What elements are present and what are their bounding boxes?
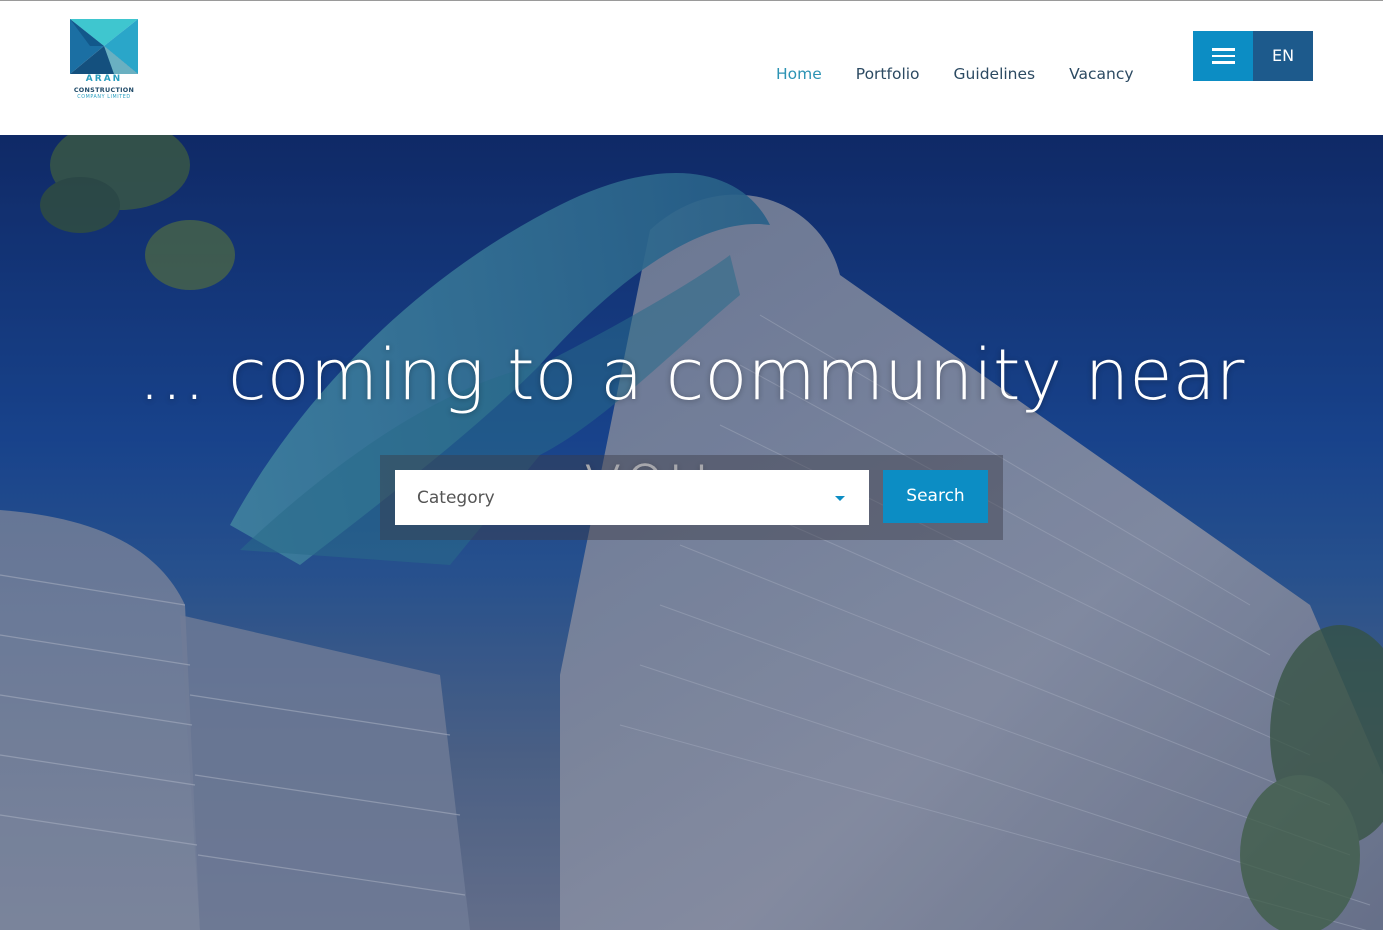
category-select[interactable]: Category — [395, 470, 869, 525]
hamburger-bar — [1212, 54, 1235, 57]
category-select-value: Category — [417, 488, 495, 508]
nav-item-portfolio[interactable]: Portfolio — [856, 63, 920, 85]
chevron-down-icon — [835, 496, 845, 501]
nav-item-home[interactable]: Home — [776, 63, 822, 85]
logo-tagline: COMPANY LIMITED — [77, 95, 131, 100]
nav-item-guidelines[interactable]: Guidelines — [954, 63, 1036, 85]
logo-subtitle: CONSTRUCTION — [73, 86, 135, 94]
search-button[interactable]: Search — [883, 470, 988, 523]
language-selector[interactable]: EN — [1253, 31, 1313, 81]
nav-item-vacancy[interactable]: Vacancy — [1069, 63, 1133, 85]
hamburger-bar — [1212, 61, 1235, 64]
company-logo[interactable]: ARAN CONSTRUCTION COMPANY LIMITED — [69, 18, 139, 104]
site-header: ARAN CONSTRUCTION COMPANY LIMITED Home P… — [0, 1, 1383, 135]
hamburger-menu-icon — [1212, 48, 1235, 51]
logo-mark-icon — [70, 19, 138, 74]
logo-name: ARAN — [85, 74, 123, 84]
menu-button[interactable] — [1193, 31, 1253, 81]
main-nav: Home Portfolio Guidelines Vacancy — [776, 63, 1168, 85]
